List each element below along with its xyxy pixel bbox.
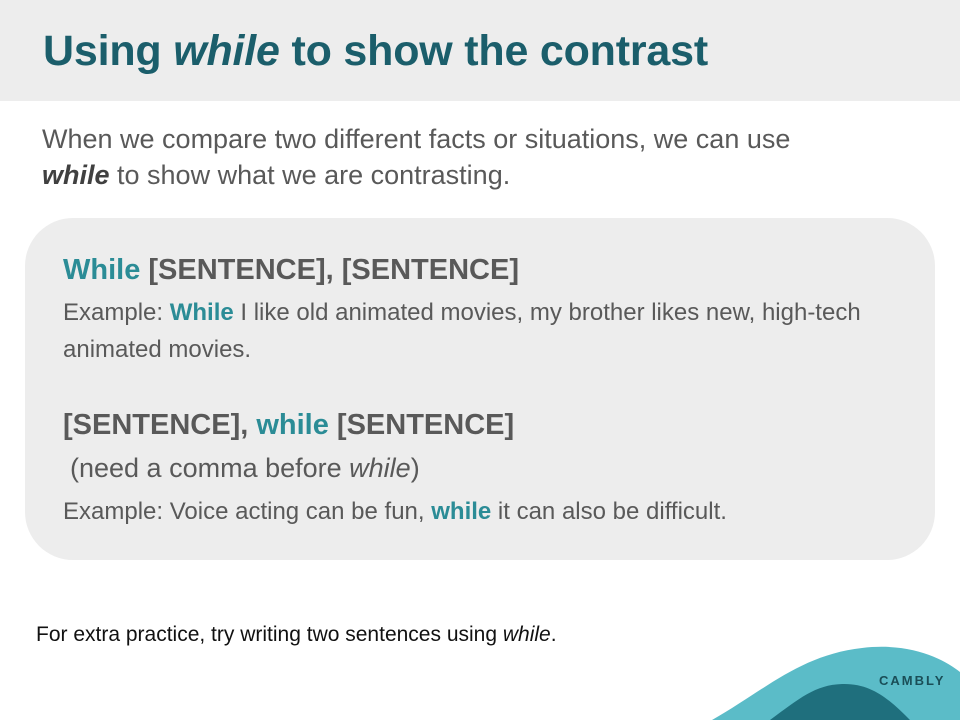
cambly-logo: CAMBLY xyxy=(879,673,946,688)
wave-decoration xyxy=(712,646,960,720)
